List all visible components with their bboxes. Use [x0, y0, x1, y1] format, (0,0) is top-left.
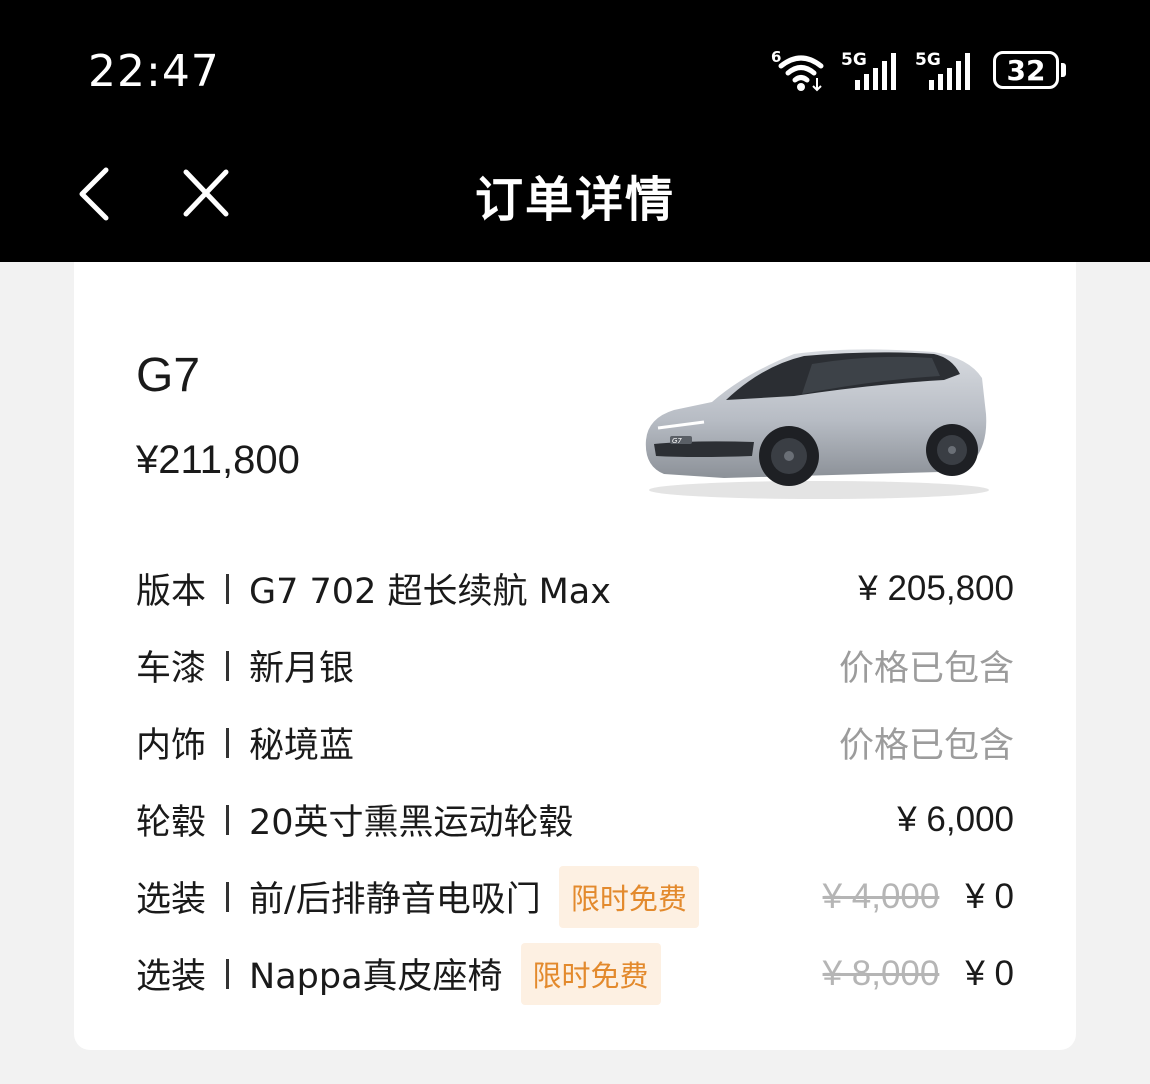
total-price: ¥211,800 — [136, 438, 300, 482]
item-label: 车漆 — [136, 649, 207, 689]
wifi-badge: 6 — [771, 48, 781, 66]
item-price: 价格已包含 — [838, 726, 1014, 766]
item-price: ¥ 205,800 — [858, 568, 1014, 608]
item-value: 20英寸熏黑运动轮毂 — [249, 803, 574, 843]
status-bar: 22:47 6 5G 5G 32 — [0, 0, 1150, 140]
promo-badge: 限时免费 — [558, 865, 699, 928]
order-card: G7 ¥211,800 G7 版本 G7 702 超长续航 Max ¥ 205,… — [74, 262, 1076, 1050]
battery-icon: 32 — [993, 51, 1066, 89]
signal-sim2-icon: 5G — [915, 50, 970, 90]
model-name: G7 — [136, 349, 201, 402]
car-badge: G7 — [672, 437, 682, 445]
separator — [226, 573, 230, 604]
item-value: G7 702 超长续航 Max — [249, 572, 611, 612]
item-value: 新月银 — [249, 649, 355, 689]
item-label: 选装 — [136, 880, 207, 920]
nav-bar: 订单详情 — [0, 140, 1150, 262]
item-value: Nappa真皮座椅 — [249, 957, 503, 997]
list-item-option-doors: 选装 前/后排静音电吸门 限时免费 ¥ 4,000 ¥ 0 — [136, 858, 1014, 935]
list-item-wheels: 轮毂 20英寸熏黑运动轮毂 ¥ 6,000 — [136, 781, 1014, 858]
battery-level: 32 — [993, 51, 1059, 89]
promo-badge: 限时免费 — [520, 942, 661, 1005]
list-item-paint: 车漆 新月银 价格已包含 — [136, 627, 1014, 704]
item-label: 版本 — [136, 572, 207, 612]
original-price: ¥ 8,000 — [822, 953, 940, 993]
list-item-option-seats: 选装 Nappa真皮座椅 限时免费 ¥ 8,000 ¥ 0 — [136, 935, 1014, 1012]
list-item-interior: 内饰 秘境蓝 价格已包含 — [136, 704, 1014, 781]
item-label: 内饰 — [136, 726, 207, 766]
item-price: 价格已包含 — [838, 649, 1014, 689]
config-list: 版本 G7 702 超长续航 Max ¥ 205,800 车漆 新月银 价格已包… — [136, 550, 1014, 1012]
status-time: 22:47 — [88, 46, 220, 97]
item-label: 轮毂 — [136, 803, 207, 843]
item-price: ¥ 0 — [965, 953, 1014, 993]
separator — [226, 650, 230, 681]
separator — [226, 727, 230, 758]
sim1-label: 5G — [841, 50, 867, 70]
separator — [226, 958, 230, 989]
sim2-label: 5G — [915, 50, 941, 70]
car-image: G7 — [645, 349, 989, 499]
list-item-version: 版本 G7 702 超长续航 Max ¥ 205,800 — [136, 550, 1014, 627]
original-price: ¥ 4,000 — [822, 876, 940, 916]
page-title: 订单详情 — [474, 172, 675, 228]
item-price: ¥ 6,000 — [897, 799, 1014, 839]
item-value: 秘境蓝 — [249, 726, 355, 766]
item-price: ¥ 0 — [965, 876, 1014, 916]
wifi-icon: 6 — [771, 48, 824, 92]
separator — [226, 881, 230, 912]
item-value: 前/后排静音电吸门 — [249, 880, 541, 920]
status-icons: 6 5G 5G 32 — [759, 48, 1066, 92]
item-label: 选装 — [136, 957, 207, 997]
separator — [226, 804, 230, 835]
signal-sim1-icon: 5G — [841, 50, 896, 90]
